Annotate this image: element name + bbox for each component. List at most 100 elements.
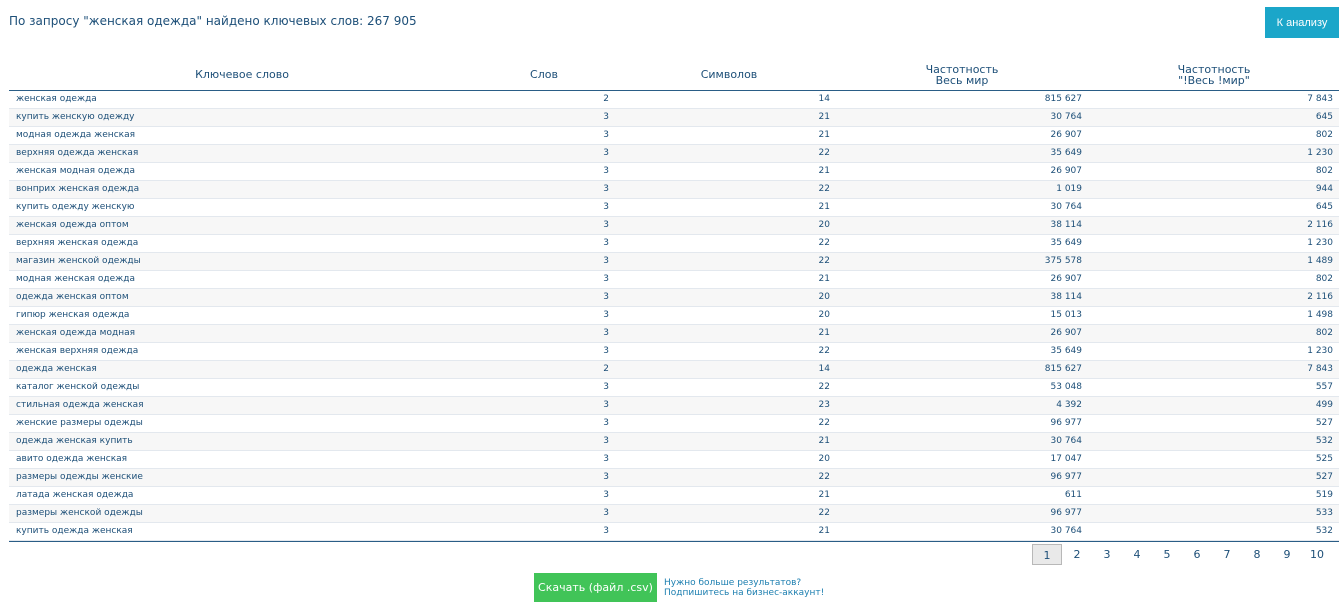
page-link[interactable]: 3 <box>1092 544 1122 565</box>
keyword-cell[interactable]: женская модная одежда <box>16 163 135 180</box>
words-cell: 3 <box>603 400 609 410</box>
chars-cell: 22 <box>818 418 830 428</box>
table-row: вонприх женская одежда 3 22 1 019 944 <box>9 181 1339 199</box>
table-row: купить одежда женская 3 21 30 764 532 <box>9 523 1339 541</box>
frequency-cell: 38 114 <box>1050 292 1083 302</box>
table-row: стильная одежда женская 3 23 4 392 499 <box>9 397 1339 415</box>
keyword-cell[interactable]: одежда женская оптом <box>16 289 129 306</box>
words-cell: 3 <box>603 490 609 500</box>
keyword-cell[interactable]: верхняя одежда женская <box>16 145 138 162</box>
page-link[interactable]: 8 <box>1242 544 1272 565</box>
keyword-cell[interactable]: одежда женская купить <box>16 433 133 450</box>
chars-cell: 21 <box>818 166 830 176</box>
header-freq-exact-line2: "!Весь !мир" <box>1178 74 1250 87</box>
keyword-cell[interactable]: купить одежда женская <box>16 523 133 540</box>
frequency-cell: 35 649 <box>1050 148 1083 158</box>
frequency-cell: 30 764 <box>1050 436 1083 446</box>
words-cell: 3 <box>603 418 609 428</box>
words-cell: 3 <box>603 328 609 338</box>
frequency-cell: 26 907 <box>1050 166 1083 176</box>
header-words[interactable]: Слов <box>514 69 574 80</box>
table-row: одежда женская оптом 3 20 38 114 2 116 <box>9 289 1339 307</box>
frequency-cell: 35 649 <box>1050 346 1083 356</box>
keyword-cell[interactable]: женская одежда оптом <box>16 217 129 234</box>
keyword-cell[interactable]: купить одежду женскую <box>16 199 135 216</box>
keyword-cell[interactable]: одежда женская <box>16 361 97 378</box>
exact-frequency-cell: 533 <box>1315 508 1333 518</box>
keyword-cell[interactable]: верхняя женская одежда <box>16 235 138 252</box>
page-link[interactable]: 1 <box>1032 544 1062 565</box>
frequency-cell: 15 013 <box>1050 310 1083 320</box>
header-keyword[interactable]: Ключевое слово <box>159 69 325 80</box>
exact-frequency-cell: 2 116 <box>1307 292 1333 302</box>
words-cell: 3 <box>603 454 609 464</box>
page-link[interactable]: 2 <box>1062 544 1092 565</box>
table-row: верхняя одежда женская 3 22 35 649 1 230 <box>9 145 1339 163</box>
page-link[interactable]: 5 <box>1152 544 1182 565</box>
keywords-table: Ключевое слово Слов Символов Частотность… <box>9 61 1339 542</box>
exact-frequency-cell: 532 <box>1315 526 1333 536</box>
keyword-cell[interactable]: женская одежда <box>16 91 97 108</box>
words-cell: 3 <box>603 130 609 140</box>
analyze-button[interactable]: К анализу <box>1265 7 1339 38</box>
page-link[interactable]: 9 <box>1272 544 1302 565</box>
keyword-cell[interactable]: авито одежда женская <box>16 451 127 468</box>
frequency-cell: 96 977 <box>1050 472 1083 482</box>
header-freq-world[interactable]: Частотность Весь мир <box>902 64 1022 86</box>
page-link[interactable]: 10 <box>1302 544 1332 565</box>
keyword-cell[interactable]: женская верхняя одежда <box>16 343 138 360</box>
keyword-cell[interactable]: купить женскую одежду <box>16 109 135 126</box>
keyword-cell[interactable]: размеры женской одежды <box>16 505 143 522</box>
header-freq-exact[interactable]: Частотность "!Весь !мир" <box>1154 64 1274 86</box>
chars-cell: 20 <box>818 220 830 230</box>
chars-cell: 20 <box>818 310 830 320</box>
exact-frequency-cell: 944 <box>1315 184 1333 194</box>
keyword-cell[interactable]: модная одежда женская <box>16 127 135 144</box>
keyword-cell[interactable]: женские размеры одежды <box>16 415 143 432</box>
table-row: женская одежда 2 14 815 627 7 843 <box>9 91 1339 109</box>
keyword-cell[interactable]: размеры одежды женские <box>16 469 143 486</box>
exact-frequency-cell: 1 230 <box>1307 238 1333 248</box>
keyword-cell[interactable]: магазин женской одежды <box>16 253 141 270</box>
page-link[interactable]: 7 <box>1212 544 1242 565</box>
table-row: женская одежда модная 3 21 26 907 802 <box>9 325 1339 343</box>
words-cell: 3 <box>603 202 609 212</box>
more-results-link[interactable]: Нужно больше результатов? <box>664 578 824 588</box>
exact-frequency-cell: 527 <box>1315 418 1333 428</box>
chars-cell: 22 <box>818 346 830 356</box>
words-cell: 3 <box>603 472 609 482</box>
frequency-cell: 96 977 <box>1050 508 1083 518</box>
chars-cell: 22 <box>818 184 830 194</box>
table-row: купить женскую одежду 3 21 30 764 645 <box>9 109 1339 127</box>
keyword-cell[interactable]: латада женская одежда <box>16 487 133 504</box>
table-row: женская верхняя одежда 3 22 35 649 1 230 <box>9 343 1339 361</box>
chars-cell: 14 <box>818 94 830 104</box>
keyword-cell[interactable]: стильная одежда женская <box>16 397 144 414</box>
words-cell: 3 <box>603 220 609 230</box>
header-freq-world-line2: Весь мир <box>935 74 989 87</box>
header-chars[interactable]: Символов <box>679 69 779 80</box>
keyword-cell[interactable]: гипюр женская одежда <box>16 307 129 324</box>
chars-cell: 22 <box>818 382 830 392</box>
exact-frequency-cell: 802 <box>1315 166 1333 176</box>
keyword-cell[interactable]: женская одежда модная <box>16 325 135 342</box>
page-link[interactable]: 4 <box>1122 544 1152 565</box>
words-cell: 3 <box>603 436 609 446</box>
frequency-cell: 26 907 <box>1050 328 1083 338</box>
words-cell: 3 <box>603 256 609 266</box>
table-row: женская модная одежда 3 21 26 907 802 <box>9 163 1339 181</box>
table-row: авито одежда женская 3 20 17 047 525 <box>9 451 1339 469</box>
words-cell: 3 <box>603 274 609 284</box>
table-row: женские размеры одежды 3 22 96 977 527 <box>9 415 1339 433</box>
chars-cell: 23 <box>818 400 830 410</box>
words-cell: 3 <box>603 166 609 176</box>
keyword-cell[interactable]: вонприх женская одежда <box>16 181 139 198</box>
exact-frequency-cell: 557 <box>1315 382 1333 392</box>
exact-frequency-cell: 802 <box>1315 274 1333 284</box>
page-link[interactable]: 6 <box>1182 544 1212 565</box>
business-account-link[interactable]: Подпишитесь на бизнес-аккаунт! <box>664 588 824 598</box>
chars-cell: 21 <box>818 328 830 338</box>
exact-frequency-cell: 1 230 <box>1307 346 1333 356</box>
keyword-cell[interactable]: модная женская одежда <box>16 271 135 288</box>
keyword-cell[interactable]: каталог женской одежды <box>16 379 139 396</box>
